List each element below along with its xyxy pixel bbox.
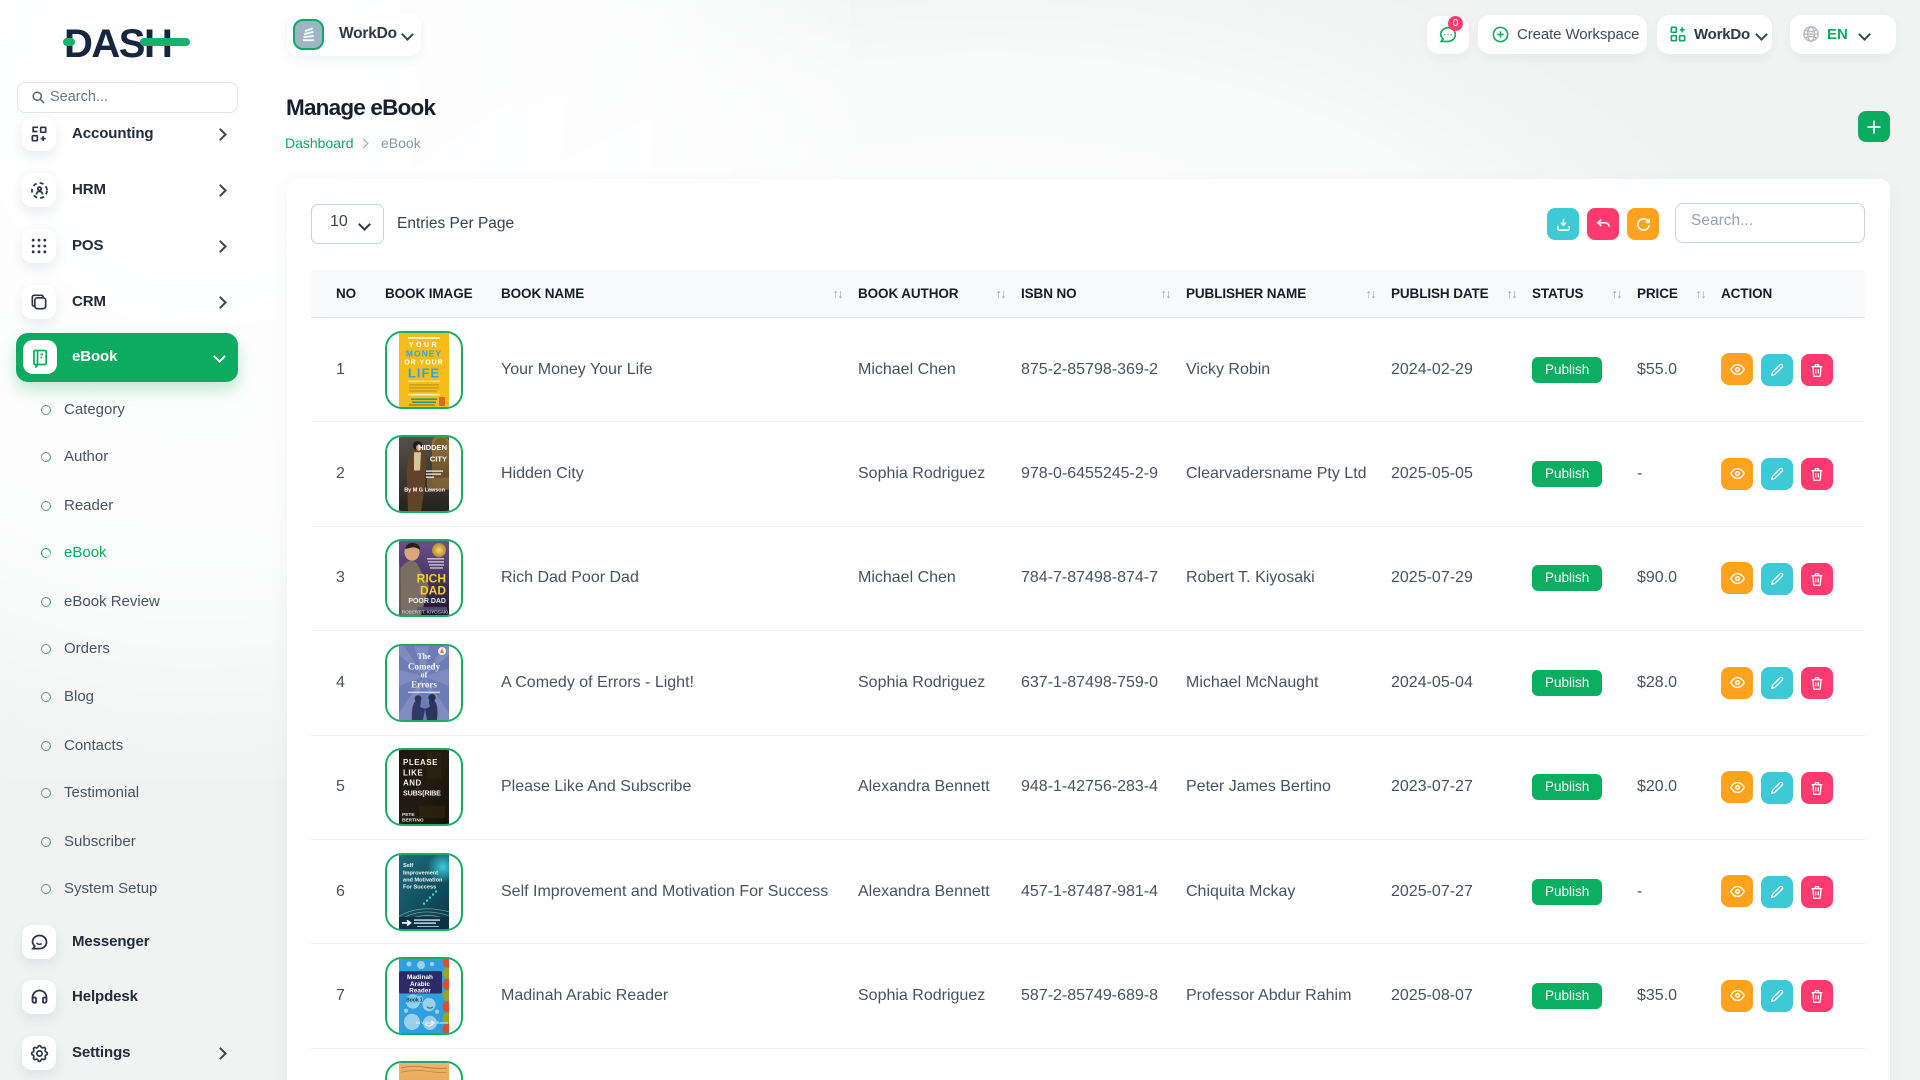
svg-text:Book 1: Book 1 [406, 998, 423, 1004]
svg-text:AND: AND [403, 779, 422, 788]
svg-text:and Motivation: and Motivation [403, 877, 443, 883]
svg-text:Self: Self [403, 863, 413, 869]
svg-text:Improvement: Improvement [403, 870, 438, 876]
svg-text:HIDDEN: HIDDEN [418, 443, 447, 452]
svg-text:For Success: For Success [403, 884, 436, 890]
svg-text:By M G Lawson: By M G Lawson [404, 488, 445, 494]
svg-text:PLEASE: PLEASE [403, 758, 438, 767]
svg-text:SUBS(RIBE: SUBS(RIBE [403, 789, 441, 798]
svg-text:Errors: Errors [411, 679, 437, 689]
svg-text:CITY: CITY [430, 454, 447, 463]
svg-text:LIKE: LIKE [403, 769, 423, 778]
svg-text:Madinah: Madinah [407, 974, 433, 981]
svg-text:ROBERT T. KIYOSAKI: ROBERT T. KIYOSAKI [402, 610, 448, 615]
svg-text:LIFE: LIFE [408, 365, 440, 380]
svg-text:of: of [421, 670, 428, 679]
svg-text:MONEY: MONEY [406, 348, 442, 358]
svg-text:DAD: DAD [420, 584, 446, 598]
svg-text:PETE: PETE [402, 812, 415, 818]
svg-text:The: The [417, 652, 431, 661]
svg-text:BERTINO: BERTINO [402, 818, 424, 824]
svg-text:Reader: Reader [409, 987, 431, 994]
svg-text:POOR DAD: POOR DAD [408, 598, 446, 605]
